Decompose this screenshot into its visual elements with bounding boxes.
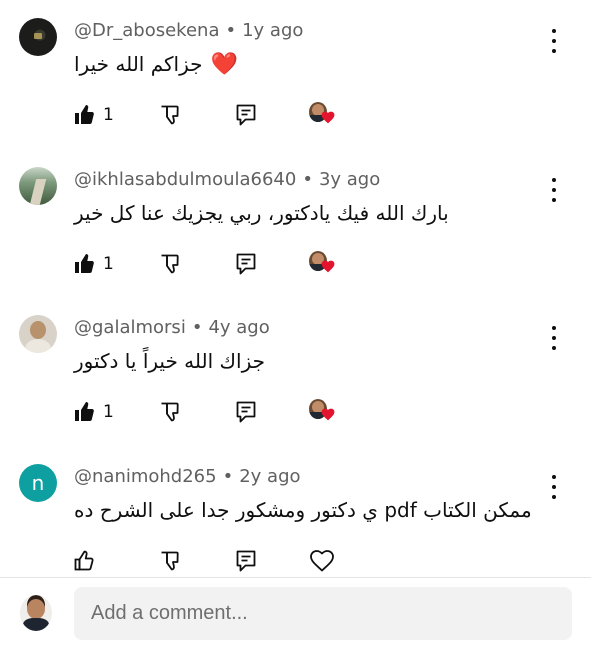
comment-text: ممكن الكتاب pdf ي دكتور ومشكور جدا على ا… (74, 498, 532, 522)
comment-text: جزاكم الله خيرا ❤️ (74, 52, 238, 77)
like-icon (75, 402, 94, 421)
comment-age[interactable]: 2y ago (239, 466, 300, 487)
author-avatar[interactable] (19, 18, 57, 56)
comment-actions: 1 (0, 249, 400, 279)
meta-separator: • (302, 169, 313, 190)
like-icon (75, 254, 94, 273)
creator-heart-badge (309, 397, 335, 427)
meta-separator: • (225, 20, 237, 41)
comment-actions: 1 (0, 100, 400, 130)
dislike-button[interactable] (158, 397, 182, 427)
comment-body: ممكن الكتاب pdf ي دكتور ومشكور جدا على ا… (74, 498, 532, 522)
author-avatar[interactable] (19, 167, 57, 205)
more-options-icon[interactable] (544, 472, 564, 502)
comment-item: n @nanimohd265 • 2y ago ممكن الكتاب pdf ي … (0, 446, 591, 594)
like-button[interactable] (72, 100, 96, 130)
more-options-icon[interactable] (544, 323, 564, 353)
author-avatar[interactable] (19, 315, 57, 353)
user-avatar[interactable] (20, 595, 52, 631)
meta-separator: • (191, 317, 203, 338)
comment-item: @Dr_abosekena • 1y ago جزاكم الله خيرا ❤️ 1 (0, 0, 591, 148)
creator-heart-badge (309, 100, 335, 130)
comment-text: بارك الله فيك يادكتور، ربي يجزيك عنا كل … (74, 201, 449, 225)
creator-avatar (309, 102, 335, 128)
author-name[interactable]: @ikhlasabdulmoula6640 (74, 169, 296, 190)
author-avatar[interactable]: n (19, 464, 57, 502)
creator-heart-badge (309, 249, 335, 279)
heart-emoji: ❤️ (210, 52, 238, 77)
comment-text: جزاك الله خيراً يا دكتور (74, 349, 265, 373)
comment-body: جزاكم الله خيرا (74, 52, 203, 76)
creator-heart-icon (321, 260, 335, 273)
comment-item: @ikhlasabdulmoula6640 • 3y ago بارك الله ف… (0, 149, 591, 297)
comment-body: جزاك الله خيراً يا دكتور (74, 349, 265, 373)
more-options-icon[interactable] (544, 175, 564, 205)
comment-age[interactable]: 3y ago (319, 169, 380, 190)
like-button[interactable] (72, 249, 96, 279)
dislike-icon (161, 254, 179, 274)
reply-icon (236, 104, 256, 126)
comment-actions (0, 546, 400, 576)
like-count: 1 (103, 402, 114, 422)
creator-avatar (309, 251, 335, 277)
more-options-icon[interactable] (544, 26, 564, 56)
like-button[interactable] (72, 546, 96, 576)
like-count: 1 (103, 105, 114, 125)
creator-avatar (309, 399, 335, 425)
comment-meta: @nanimohd265 • 2y ago (74, 466, 301, 487)
reply-button[interactable] (234, 546, 258, 576)
comment-age[interactable]: 1y ago (242, 20, 303, 41)
author-name[interactable]: @Dr_abosekena (74, 20, 219, 41)
dislike-button[interactable] (158, 546, 182, 576)
reply-button[interactable] (234, 249, 258, 279)
dislike-icon (161, 105, 179, 125)
heart-button[interactable] (309, 546, 335, 576)
like-icon (74, 550, 94, 571)
dislike-button[interactable] (158, 249, 182, 279)
heart-outline-icon (310, 550, 334, 572)
comment-meta: @ikhlasabdulmoula6640 • 3y ago (74, 169, 380, 190)
comment-body: بارك الله فيك يادكتور، ربي يجزيك عنا كل … (74, 201, 449, 225)
author-name[interactable]: @galalmorsi (74, 317, 186, 338)
meta-separator: • (222, 466, 234, 487)
reply-icon (236, 401, 256, 423)
like-count: 1 (103, 254, 114, 274)
comment-meta: @Dr_abosekena • 1y ago (74, 20, 303, 41)
comment-actions: 1 (0, 397, 400, 427)
author-name[interactable]: @nanimohd265 (74, 466, 217, 487)
comment-composer (0, 578, 591, 662)
creator-heart-icon (321, 408, 335, 421)
reply-icon (236, 550, 256, 572)
comment-meta: @galalmorsi • 4y ago (74, 317, 270, 338)
dislike-icon (161, 402, 179, 422)
reply-button[interactable] (234, 397, 258, 427)
dislike-icon (161, 551, 179, 571)
dislike-button[interactable] (158, 100, 182, 130)
reply-icon (236, 253, 256, 275)
comment-age[interactable]: 4y ago (208, 317, 269, 338)
creator-heart-icon (321, 111, 335, 124)
reply-button[interactable] (234, 100, 258, 130)
comment-input[interactable] (74, 587, 572, 640)
like-icon (75, 105, 94, 124)
like-button[interactable] (72, 397, 96, 427)
comment-item: @galalmorsi • 4y ago جزاك الله خيراً يا دك… (0, 297, 591, 445)
